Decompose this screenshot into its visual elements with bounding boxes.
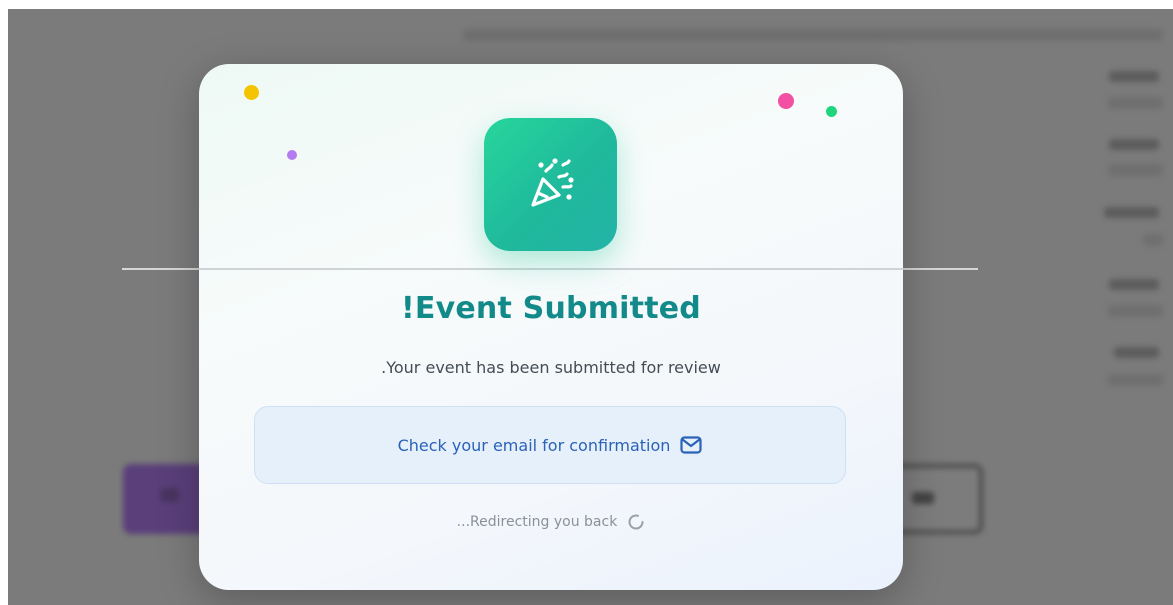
background-field-label <box>1109 139 1159 150</box>
email-confirmation-notice: Check your email for confirmation <box>254 406 846 484</box>
background-field-label <box>1104 207 1159 218</box>
redirect-text: ...Redirecting you back <box>456 514 618 530</box>
background-field-label <box>1114 347 1159 358</box>
background-field <box>1108 164 1163 176</box>
background-field-label <box>1109 71 1159 82</box>
party-popper-icon <box>484 118 617 251</box>
redirect-status: ...Redirecting you back <box>199 513 903 531</box>
mail-icon <box>680 436 703 454</box>
confetti-dot-purple <box>287 150 297 160</box>
email-notice-text: Check your email for confirmation <box>397 435 671 455</box>
background-field <box>1108 374 1163 386</box>
background-field <box>1108 97 1163 109</box>
modal-subtitle: .Your event has been submitted for revie… <box>381 358 721 377</box>
page-viewport: !Event Submitted .Your event has been su… <box>8 9 1173 605</box>
loading-spinner-icon <box>627 513 645 531</box>
confetti-dot-green <box>826 106 837 117</box>
modal-title: !Event Submitted <box>401 291 701 326</box>
success-modal: !Event Submitted .Your event has been su… <box>199 64 903 590</box>
confetti-dot-pink <box>778 93 794 109</box>
background-field-label <box>1109 279 1159 290</box>
confetti-dot-yellow <box>244 85 259 100</box>
modal-divider <box>199 268 903 270</box>
background-field <box>1108 305 1163 317</box>
background-text-line <box>463 29 1163 41</box>
background-field <box>1143 234 1163 246</box>
